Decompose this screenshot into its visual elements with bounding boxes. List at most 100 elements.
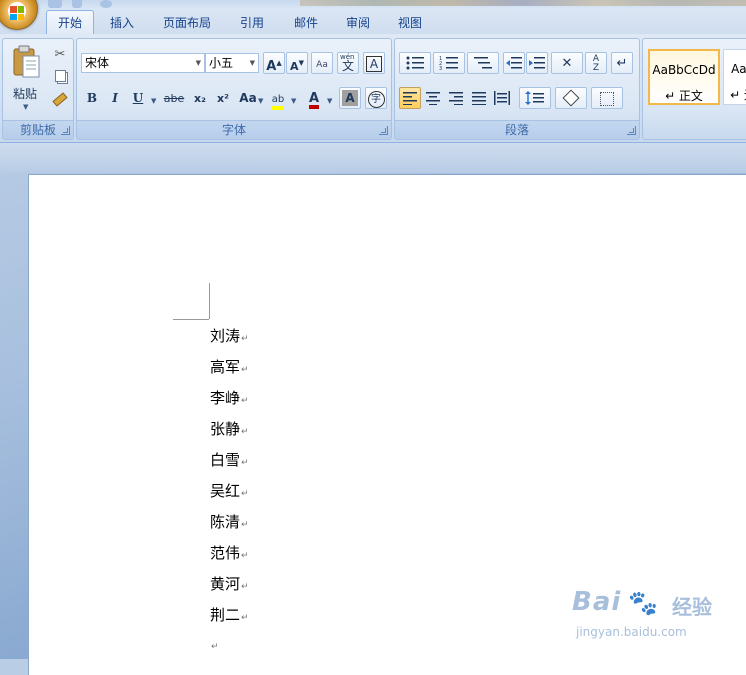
italic-button[interactable]: I xyxy=(104,87,126,109)
font-color-icon: A xyxy=(308,92,320,109)
show-marks-button[interactable]: ↵ xyxy=(611,52,633,74)
tab-home[interactable]: 开始 xyxy=(46,10,94,35)
shrink-font-button[interactable]: A▼ xyxy=(286,52,308,74)
align-right-button[interactable] xyxy=(445,87,467,109)
distribute-button[interactable] xyxy=(491,87,513,109)
document-line[interactable]: 陈清↵ xyxy=(210,511,249,532)
style-no-spacing[interactable]: AaB ↵ 无 xyxy=(723,49,746,105)
phonetic-guide-button[interactable]: wén 文 xyxy=(337,52,359,74)
clear-format-button[interactable]: Aa xyxy=(311,52,333,74)
multilevel-list-button[interactable] xyxy=(467,52,499,74)
underline-button[interactable]: U xyxy=(127,87,149,109)
document-line[interactable]: 张静↵ xyxy=(210,418,249,439)
document-line[interactable]: 白雪↵ xyxy=(210,449,249,470)
increase-indent-icon xyxy=(529,57,545,69)
align-center-button[interactable] xyxy=(422,87,444,109)
paragraph-mark: ↵ xyxy=(241,396,249,406)
paw-icon: 🐾 xyxy=(628,589,658,617)
tab-mailings[interactable]: 邮件 xyxy=(284,12,328,34)
paste-button[interactable]: 粘贴 ▼ xyxy=(7,43,45,113)
highlight-button[interactable]: ab xyxy=(267,87,289,110)
tab-view[interactable]: 视图 xyxy=(388,12,432,34)
char-shading-button[interactable]: A xyxy=(339,87,361,109)
document-area: 刘涛↵ 高军↵ 李峥↵ 张静↵ 白雪↵ 吴红↵ 陈清↵ 范伟↵ 黄河↵ 荆二↵ ↵ xyxy=(0,143,746,675)
superscript-button[interactable]: x² xyxy=(212,87,234,109)
tab-insert[interactable]: 插入 xyxy=(100,12,144,34)
sort-button[interactable]: AZ xyxy=(585,52,607,74)
undo-icon[interactable] xyxy=(72,0,82,8)
bold-button[interactable]: B xyxy=(81,87,103,109)
borders-button[interactable] xyxy=(591,87,623,109)
watermark-url: jingyan.baidu.com xyxy=(576,625,687,639)
paste-dropdown-icon[interactable]: ▼ xyxy=(23,103,28,111)
decrease-indent-icon xyxy=(506,57,522,69)
font-color-dropdown-icon[interactable]: ▼ xyxy=(327,97,332,105)
watermark-brand-cn: 经验 xyxy=(672,595,712,619)
bullets-button[interactable] xyxy=(399,52,431,74)
change-case-dropdown-icon[interactable]: ▼ xyxy=(258,97,263,105)
document-line[interactable]: 高军↵ xyxy=(210,356,249,377)
document-line[interactable]: 黄河↵ xyxy=(210,573,249,594)
save-icon[interactable] xyxy=(48,0,62,8)
subscript-button[interactable]: x₂ xyxy=(189,87,211,109)
document-line[interactable]: 吴红↵ xyxy=(210,480,249,501)
dialog-launcher-icon[interactable] xyxy=(61,126,70,135)
quick-access-toolbar xyxy=(44,0,112,8)
document-line[interactable]: 李峥↵ xyxy=(210,387,249,408)
bold-icon: B xyxy=(86,91,98,105)
eraser-icon: Aa xyxy=(316,60,328,70)
paragraph-mark-icon: ↵ xyxy=(616,56,628,71)
window-title-background xyxy=(300,0,746,6)
strikethrough-button[interactable]: abe xyxy=(161,87,187,109)
redo-icon[interactable] xyxy=(100,0,112,8)
tab-review[interactable]: 审阅 xyxy=(336,12,380,34)
scissors-icon: ✂ xyxy=(54,47,66,62)
ribbon-tab-bar: 开始 插入 页面布局 引用 邮件 审阅 视图 xyxy=(0,10,746,35)
italic-icon: I xyxy=(112,91,118,105)
copy-button[interactable] xyxy=(49,65,71,87)
format-painter-button[interactable] xyxy=(49,87,71,109)
styles-group: AaBbCcDd ↵ 正文 AaB ↵ 无 xyxy=(642,38,746,140)
grow-font-button[interactable]: A▲ xyxy=(263,52,285,74)
font-size-combo[interactable]: 小五 ▼ xyxy=(205,53,259,73)
watermark-brand: Bai xyxy=(572,587,622,617)
increase-indent-button[interactable] xyxy=(526,52,548,74)
cut-button[interactable]: ✂ xyxy=(49,43,71,65)
char-shading-icon: A xyxy=(342,90,358,106)
tab-references[interactable]: 引用 xyxy=(230,12,274,34)
bullet-list-icon xyxy=(406,56,424,70)
document-line[interactable]: 荆二↵ xyxy=(210,604,249,625)
change-case-icon: Aa xyxy=(239,91,257,105)
enclose-char-button[interactable]: 字 xyxy=(365,87,387,109)
font-name-combo[interactable]: 宋体 ▼ xyxy=(81,53,205,73)
align-right-icon xyxy=(449,92,463,105)
phonetic-char: 文 xyxy=(342,59,355,73)
line-text: 高军 xyxy=(210,358,241,376)
dialog-launcher-icon[interactable] xyxy=(379,126,388,135)
dialog-launcher-icon[interactable] xyxy=(627,126,636,135)
align-left-button[interactable] xyxy=(399,87,421,109)
document-line[interactable]: 范伟↵ xyxy=(210,542,249,563)
line-text: 荆二 xyxy=(210,606,241,624)
strikethrough-icon: abe xyxy=(163,92,185,105)
chinese-layout-button[interactable]: ✕ xyxy=(551,52,583,74)
char-border-button[interactable]: A xyxy=(363,52,385,74)
document-line[interactable]: ↵ xyxy=(210,635,219,653)
line-spacing-button[interactable] xyxy=(519,87,551,109)
numbering-button[interactable]: 123 xyxy=(433,52,465,74)
underline-dropdown-icon[interactable]: ▼ xyxy=(151,97,156,105)
line-text: 刘涛 xyxy=(210,327,241,345)
shading-button[interactable] xyxy=(555,87,587,109)
justify-button[interactable] xyxy=(468,87,490,109)
tab-page-layout[interactable]: 页面布局 xyxy=(154,12,220,34)
style-normal[interactable]: AaBbCcDd ↵ 正文 xyxy=(648,49,720,105)
decrease-indent-button[interactable] xyxy=(503,52,525,74)
highlight-dropdown-icon[interactable]: ▼ xyxy=(291,97,296,105)
watermark: Bai 🐾 经验 jingyan.baidu.com xyxy=(572,585,742,655)
paragraph-mark: ↵ xyxy=(241,427,249,437)
line-text: 张静 xyxy=(210,420,241,438)
font-color-button[interactable]: A xyxy=(303,87,325,109)
paragraph-group: 123 ✕ AZ ↵ 段落 xyxy=(394,38,640,140)
superscript-icon: x² xyxy=(217,92,229,105)
document-line[interactable]: 刘涛↵ xyxy=(210,325,249,346)
